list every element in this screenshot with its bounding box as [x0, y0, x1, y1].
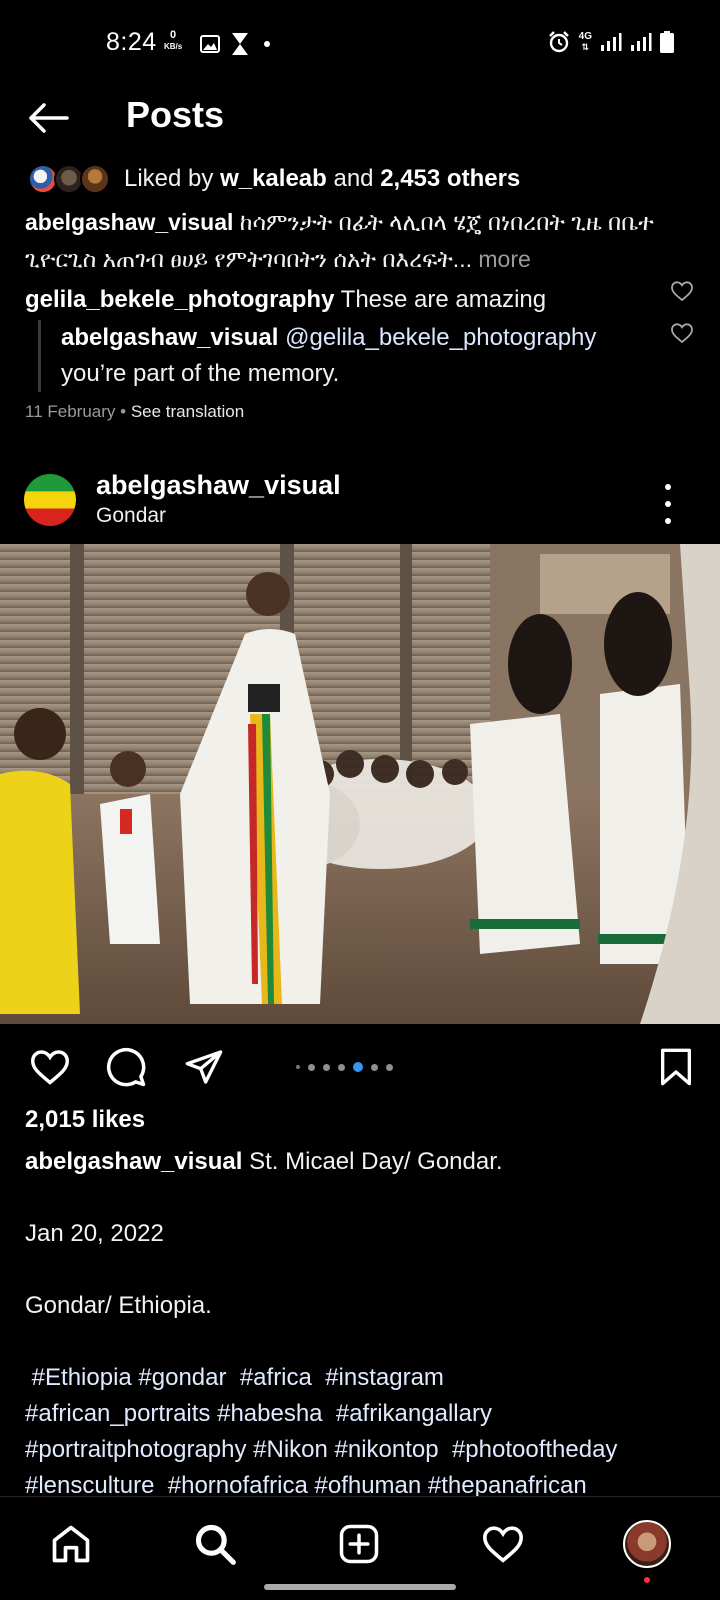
- liked-by-row[interactable]: Liked by w_kaleab and 2,453 others: [28, 160, 520, 198]
- like-count[interactable]: 2,015 likes: [25, 1106, 145, 1134]
- post-username[interactable]: abelgashaw_visual: [96, 470, 341, 501]
- comment-like-icon[interactable]: [670, 280, 694, 302]
- activity-heart-icon: [482, 1526, 524, 1563]
- status-bar: 8:24 0 KB/s 4G ⇅: [0, 0, 720, 88]
- share-button[interactable]: [180, 1044, 228, 1090]
- caption-line: [25, 1252, 705, 1288]
- caption-line: [25, 1180, 705, 1216]
- carousel-dot: [323, 1063, 330, 1071]
- heart-icon: [30, 1050, 70, 1085]
- nav-profile[interactable]: [622, 1519, 672, 1583]
- profile-avatar: [623, 1520, 671, 1568]
- battery-icon: [660, 31, 674, 53]
- alarm-icon: [548, 31, 569, 53]
- carousel-indicator: [296, 1062, 393, 1072]
- reply-username[interactable]: abelgashaw_visual: [61, 324, 278, 351]
- see-translation-link[interactable]: See translation: [131, 402, 244, 421]
- home-indicator[interactable]: [264, 1584, 456, 1590]
- back-button[interactable]: [26, 98, 70, 138]
- bottom-navigation: [0, 1496, 720, 1600]
- caption-username[interactable]: abelgashaw_visual: [25, 209, 233, 235]
- post-photo-art: [0, 544, 720, 1024]
- post-photo[interactable]: [0, 544, 720, 1024]
- post-caption: abelgashaw_visual St. Micael Day/ Gondar…: [25, 1144, 705, 1504]
- carousel-dot: [296, 1065, 300, 1069]
- caption-username[interactable]: abelgashaw_visual: [25, 1148, 242, 1175]
- caption-line: Jan 20, 2022: [25, 1220, 164, 1247]
- save-button[interactable]: [652, 1044, 700, 1090]
- gallery-icon: [200, 35, 220, 53]
- post-avatar[interactable]: [24, 474, 76, 526]
- comment-username[interactable]: gelila_bekele_photography: [25, 286, 334, 313]
- caption-line: St. Micael Day/ Gondar.: [242, 1148, 503, 1175]
- top-bar: Posts: [0, 90, 720, 146]
- previous-post-caption: abelgashaw_visual ከሳምንታት በፊት ላሊበላ ሄጄ በነበ…: [25, 209, 654, 272]
- nav-search[interactable]: [190, 1519, 240, 1569]
- caption-line: [25, 1324, 705, 1360]
- caption-line: Gondar/ Ethiopia.: [25, 1292, 212, 1319]
- comment-button[interactable]: [102, 1044, 150, 1090]
- post-location[interactable]: Gondar: [96, 504, 166, 528]
- status-time: 8:24: [106, 28, 157, 56]
- caption-hashtags[interactable]: #Ethiopia #gondar #africa #instagram: [25, 1360, 705, 1396]
- caption-hashtags[interactable]: #african_portraits #habesha #afrikangall…: [25, 1396, 705, 1432]
- liked-by-user[interactable]: w_kaleab: [220, 165, 327, 192]
- search-icon: [195, 1524, 236, 1565]
- liker-avatar: [80, 164, 110, 194]
- signal-icon-1: [601, 33, 622, 51]
- reply-like-icon[interactable]: [670, 322, 694, 344]
- page-title: Posts: [126, 94, 225, 135]
- nav-create[interactable]: [334, 1519, 384, 1569]
- post-header: abelgashaw_visual Gondar: [0, 462, 720, 530]
- bookmark-icon: [661, 1048, 691, 1086]
- home-icon: [52, 1525, 90, 1563]
- carousel-dot: [308, 1063, 315, 1071]
- post-date: 11 February: [25, 402, 116, 421]
- ethiopia-flag-avatar: [24, 474, 76, 526]
- send-icon: [185, 1050, 223, 1084]
- reply-mention[interactable]: @gelila_bekele_photography: [278, 324, 596, 351]
- comment-reply: abelgashaw_visual @gelila_bekele_photogr…: [38, 320, 638, 392]
- create-icon: [339, 1524, 379, 1564]
- comment: gelila_bekele_photography These are amaz…: [25, 286, 547, 313]
- carousel-dot: [371, 1063, 378, 1071]
- comment-bubble-icon: [106, 1047, 146, 1087]
- post-actions: [0, 1038, 720, 1098]
- caption-hashtags[interactable]: #portraitphotography #Nikon #nikontop #p…: [25, 1432, 705, 1468]
- liked-by-text: Liked by w_kaleab and 2,453 others: [124, 165, 521, 192]
- back-arrow-icon: [29, 103, 69, 133]
- carousel-dot-active: [353, 1062, 363, 1072]
- liker-avatars: [28, 162, 110, 196]
- nav-home[interactable]: [46, 1519, 96, 1569]
- network-type-icon: 4G ⇅: [578, 31, 592, 53]
- more-link[interactable]: more: [472, 246, 530, 272]
- like-button[interactable]: [26, 1044, 74, 1090]
- hourglass-icon: [232, 33, 248, 55]
- signal-icon-2: [631, 33, 652, 51]
- carousel-dot: [338, 1063, 345, 1071]
- notification-dot-icon: [264, 41, 270, 47]
- post-meta: 11 February • See translation: [25, 402, 245, 421]
- nav-activity[interactable]: [478, 1519, 528, 1569]
- liked-by-others[interactable]: 2,453 others: [380, 165, 520, 192]
- more-options-icon[interactable]: [656, 484, 680, 524]
- carousel-dot: [386, 1063, 393, 1071]
- data-rate-indicator: 0 KB/s: [164, 29, 183, 52]
- profile-notification-dot: [644, 1577, 650, 1583]
